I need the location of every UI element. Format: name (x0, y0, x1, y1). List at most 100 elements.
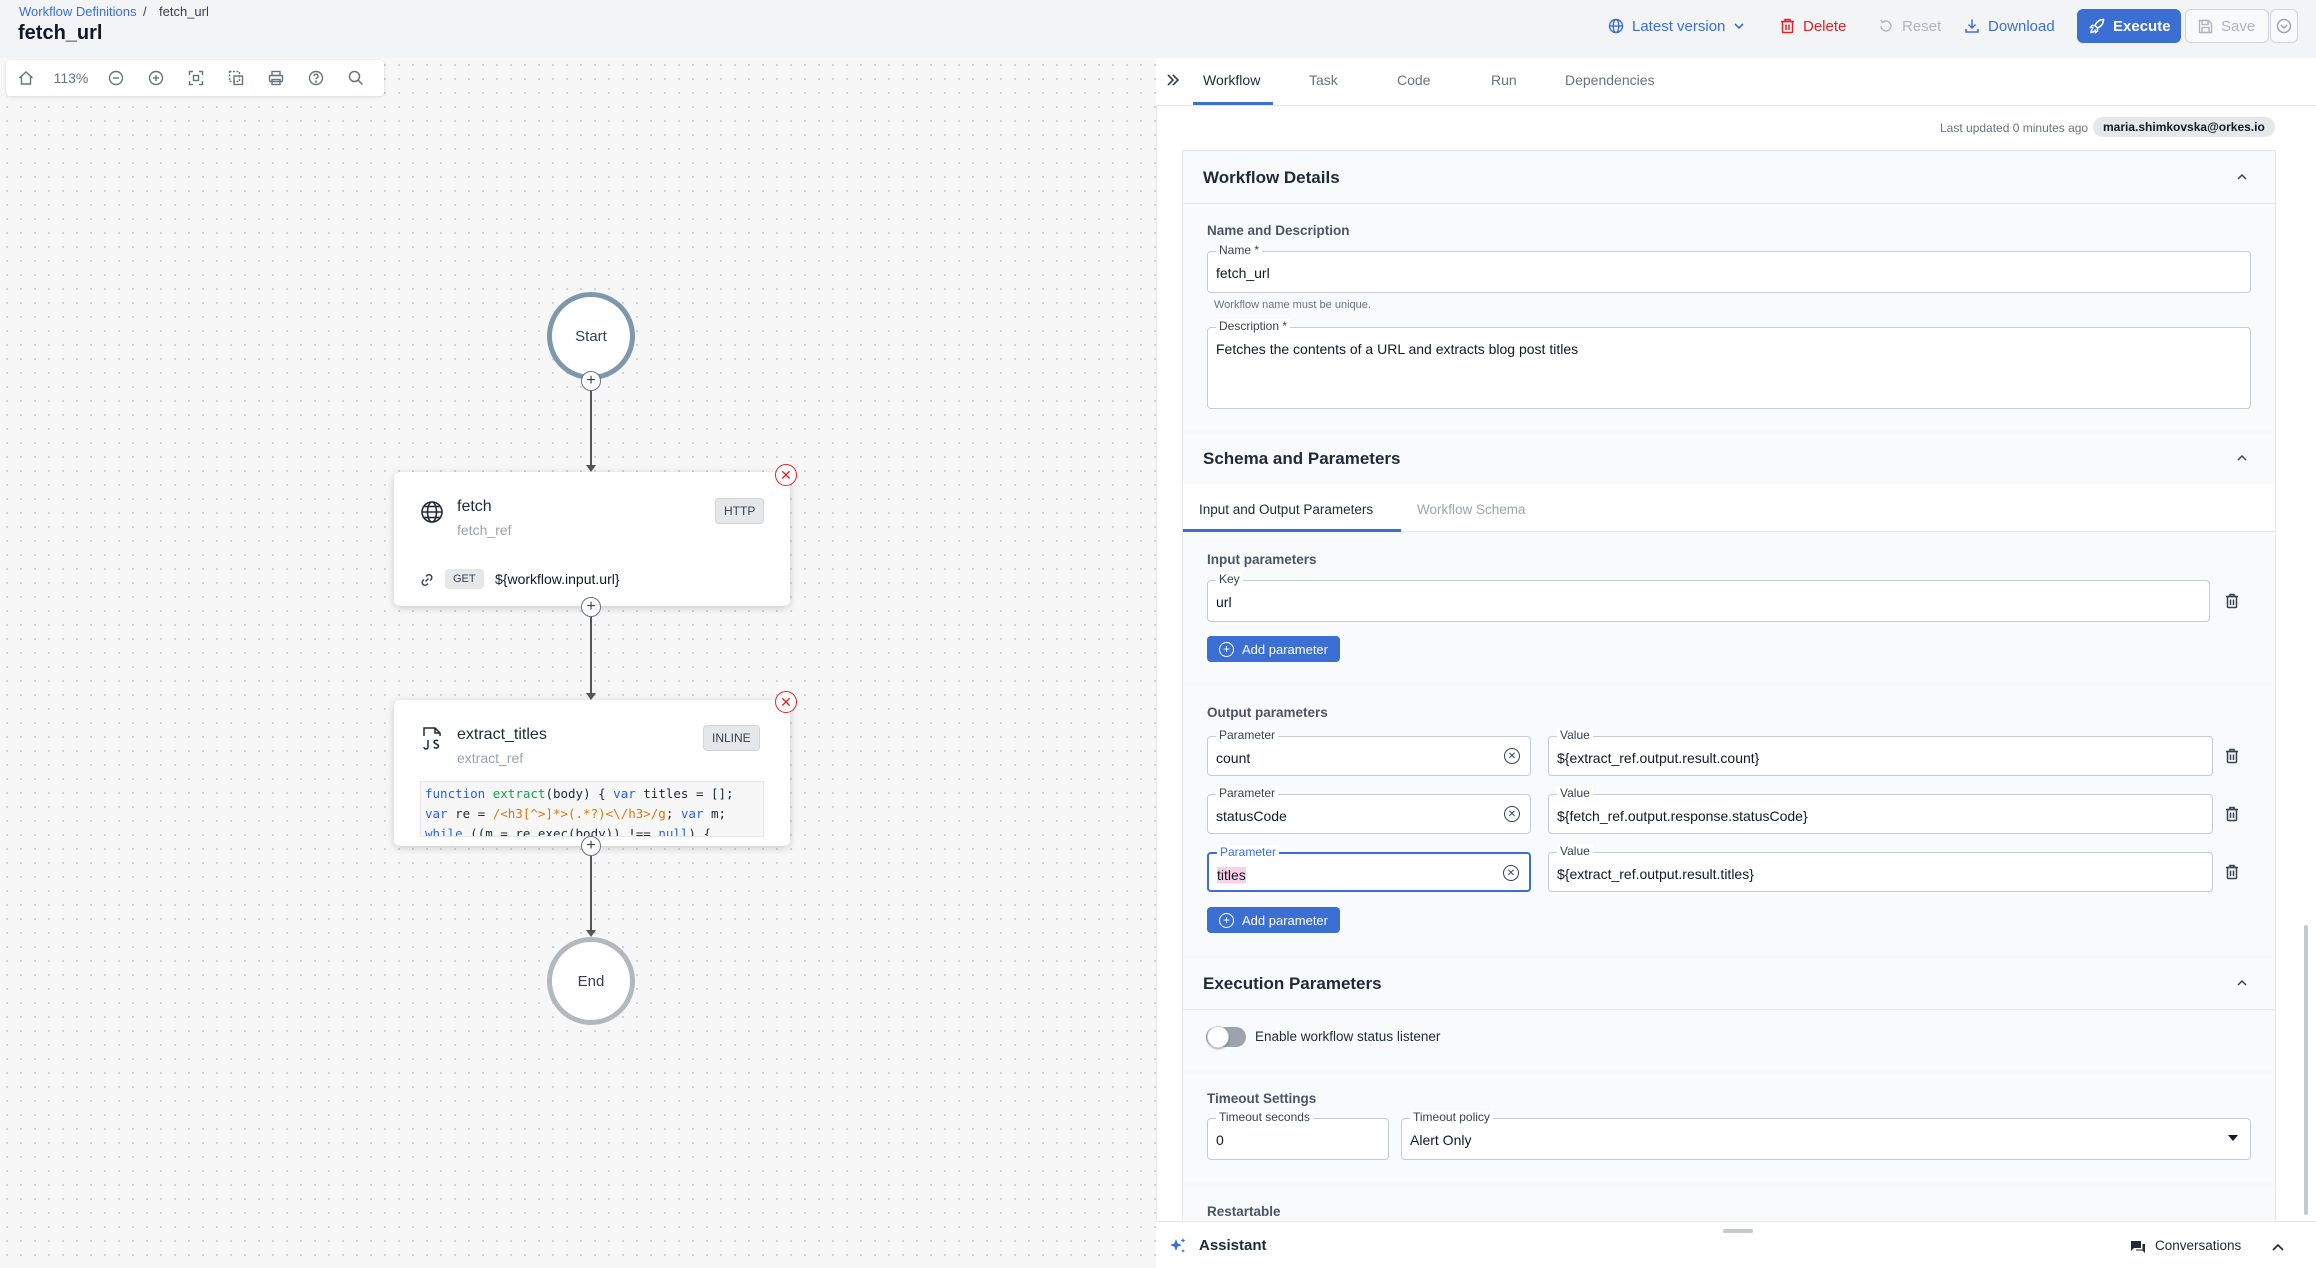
clear-icon[interactable]: ✕ (1504, 806, 1520, 822)
field-label: Value (1557, 728, 1593, 742)
task-ref: fetch_ref (457, 522, 512, 538)
tab-workflow-schema[interactable]: Workflow Schema (1417, 502, 1526, 517)
timeout-policy-select[interactable]: Timeout policy Alert Only (1401, 1110, 2251, 1160)
add-output-parameter-button[interactable]: + Add parameter (1207, 907, 1340, 933)
output-param-value-field[interactable]: Value ${extract_ref.output.result.count} (1548, 728, 2213, 776)
canvas-toolbar: 113% (6, 60, 384, 96)
section-title: Schema and Parameters (1203, 449, 1401, 468)
remove-task-fetch-button[interactable]: ✕ (775, 464, 797, 486)
edge-start-fetch (590, 382, 592, 468)
add-input-parameter-button[interactable]: + Add parameter (1207, 636, 1340, 662)
add-task-button[interactable]: + (581, 597, 601, 617)
zoom-out-button[interactable] (96, 60, 136, 96)
field-value: ${extract_ref.output.result.titles} (1557, 866, 1754, 882)
chevron-up-icon[interactable] (2235, 451, 2249, 465)
start-label: Start (575, 327, 607, 345)
end-node[interactable]: End (547, 937, 635, 1025)
delete-output-param-icon[interactable] (2225, 806, 2239, 822)
field-label: Timeout policy (1410, 1110, 1493, 1124)
chevron-down-circle-icon (2276, 18, 2292, 34)
plus-icon: + (586, 598, 596, 615)
output-param-name-field[interactable]: Parameter titles ✕ (1207, 845, 1531, 892)
output-param-name-field[interactable]: Parameter statusCode ✕ (1207, 786, 1531, 834)
delete-output-param-icon[interactable] (2225, 748, 2239, 764)
task-ref: extract_ref (457, 750, 524, 766)
status-listener-label: Enable workflow status listener (1255, 1029, 1441, 1044)
save-menu-button[interactable] (2270, 9, 2298, 43)
output-param-value-field[interactable]: Value ${extract_ref.output.result.titles… (1548, 844, 2213, 892)
delete-input-param-icon[interactable] (2225, 593, 2239, 609)
save-button[interactable]: Save (2185, 9, 2269, 43)
panel-scrollbar[interactable] (2304, 925, 2308, 1215)
zoom-out-icon (108, 70, 124, 86)
zoom-level: 113% (53, 70, 89, 86)
fit-view-button[interactable] (176, 60, 216, 96)
execute-button[interactable]: Execute (2077, 9, 2181, 43)
download-button[interactable]: Download (1952, 9, 2067, 43)
home-icon (18, 70, 34, 86)
task-type-badge: HTTP (715, 498, 765, 524)
reset-label: Reset (1902, 17, 1942, 35)
input-key-field[interactable]: Key url (1207, 572, 2210, 622)
search-button[interactable] (336, 60, 376, 96)
workflow-canvas[interactable] (0, 58, 1156, 1268)
workflow-name-field[interactable]: Name * fetch_url (1207, 243, 2251, 293)
restartable-label: Restartable (1207, 1204, 1281, 1219)
breadcrumb-workflow-definitions[interactable]: Workflow Definitions (19, 4, 137, 19)
field-value: fetch_url (1216, 265, 1270, 281)
active-subtab-indicator (1183, 529, 1401, 532)
code-line: while ((m = re.exec(body)) !== null) { (425, 826, 711, 837)
restartable-body (1183, 1186, 2275, 1220)
chevron-up-icon[interactable] (2235, 976, 2249, 990)
version-dropdown[interactable]: Latest version (1596, 9, 1757, 43)
zoom-in-icon (148, 70, 164, 86)
tab-run[interactable]: Run (1491, 72, 1517, 88)
add-task-button[interactable]: + (581, 836, 601, 856)
close-icon: ✕ (780, 466, 792, 483)
clear-icon[interactable]: ✕ (1504, 748, 1520, 764)
chevron-up-icon[interactable] (2270, 1239, 2286, 1255)
timeout-seconds-field[interactable]: Timeout seconds 0 (1207, 1110, 1389, 1160)
add-task-button[interactable]: + (581, 371, 601, 391)
home-button[interactable] (6, 60, 46, 96)
field-value: Fetches the contents of a URL and extrac… (1216, 341, 1579, 357)
chevron-down-icon (1733, 20, 1745, 32)
conversations-button[interactable]: Conversations (2155, 1238, 2241, 1253)
workflow-details-header[interactable] (1183, 152, 2275, 204)
tab-dependencies[interactable]: Dependencies (1565, 72, 1655, 88)
output-param-name-field[interactable]: Parameter count ✕ (1207, 728, 1531, 776)
dropdown-arrow-icon (2228, 1134, 2238, 1142)
clear-icon[interactable]: ✕ (1503, 865, 1519, 881)
print-button[interactable] (256, 60, 296, 96)
task-name: fetch (457, 498, 492, 515)
select-area-icon (228, 70, 244, 86)
select-area-button[interactable] (216, 60, 256, 96)
workflow-description-field[interactable]: Description * Fetches the contents of a … (1207, 319, 2251, 409)
start-node[interactable]: Start (547, 292, 635, 380)
tab-code[interactable]: Code (1397, 72, 1430, 88)
help-button[interactable] (296, 60, 336, 96)
edge-fetch-extract (590, 608, 592, 696)
tab-workflow[interactable]: Workflow (1203, 72, 1260, 88)
field-value: ${extract_ref.output.result.count} (1557, 750, 1760, 766)
arrow-head-icon (586, 465, 596, 472)
tab-input-output-parameters[interactable]: Input and Output Parameters (1199, 502, 1373, 517)
collapse-panel-button[interactable] (1165, 72, 1181, 88)
delete-output-param-icon[interactable] (2225, 864, 2239, 880)
add-circle-icon: + (1219, 912, 1234, 928)
delete-button[interactable]: Delete (1768, 9, 1858, 43)
field-label: Parameter (1217, 845, 1280, 859)
assistant-drag-handle[interactable] (1723, 1229, 1753, 1233)
remove-task-extract-button[interactable]: ✕ (775, 691, 797, 713)
tab-task[interactable]: Task (1309, 72, 1338, 88)
name-helper-text: Workflow name must be unique. (1214, 299, 1371, 311)
field-label: Name * (1216, 243, 1263, 257)
reset-button[interactable]: Reset (1866, 9, 1953, 43)
zoom-in-button[interactable] (136, 60, 176, 96)
chevron-up-icon[interactable] (2235, 170, 2249, 184)
add-parameter-label: Add parameter (1242, 641, 1328, 657)
rocket-icon (2089, 18, 2105, 34)
output-param-value-field[interactable]: Value ${fetch_ref.output.response.status… (1548, 786, 2213, 834)
delete-label: Delete (1803, 17, 1847, 35)
sparkle-icon (1169, 1237, 1187, 1255)
